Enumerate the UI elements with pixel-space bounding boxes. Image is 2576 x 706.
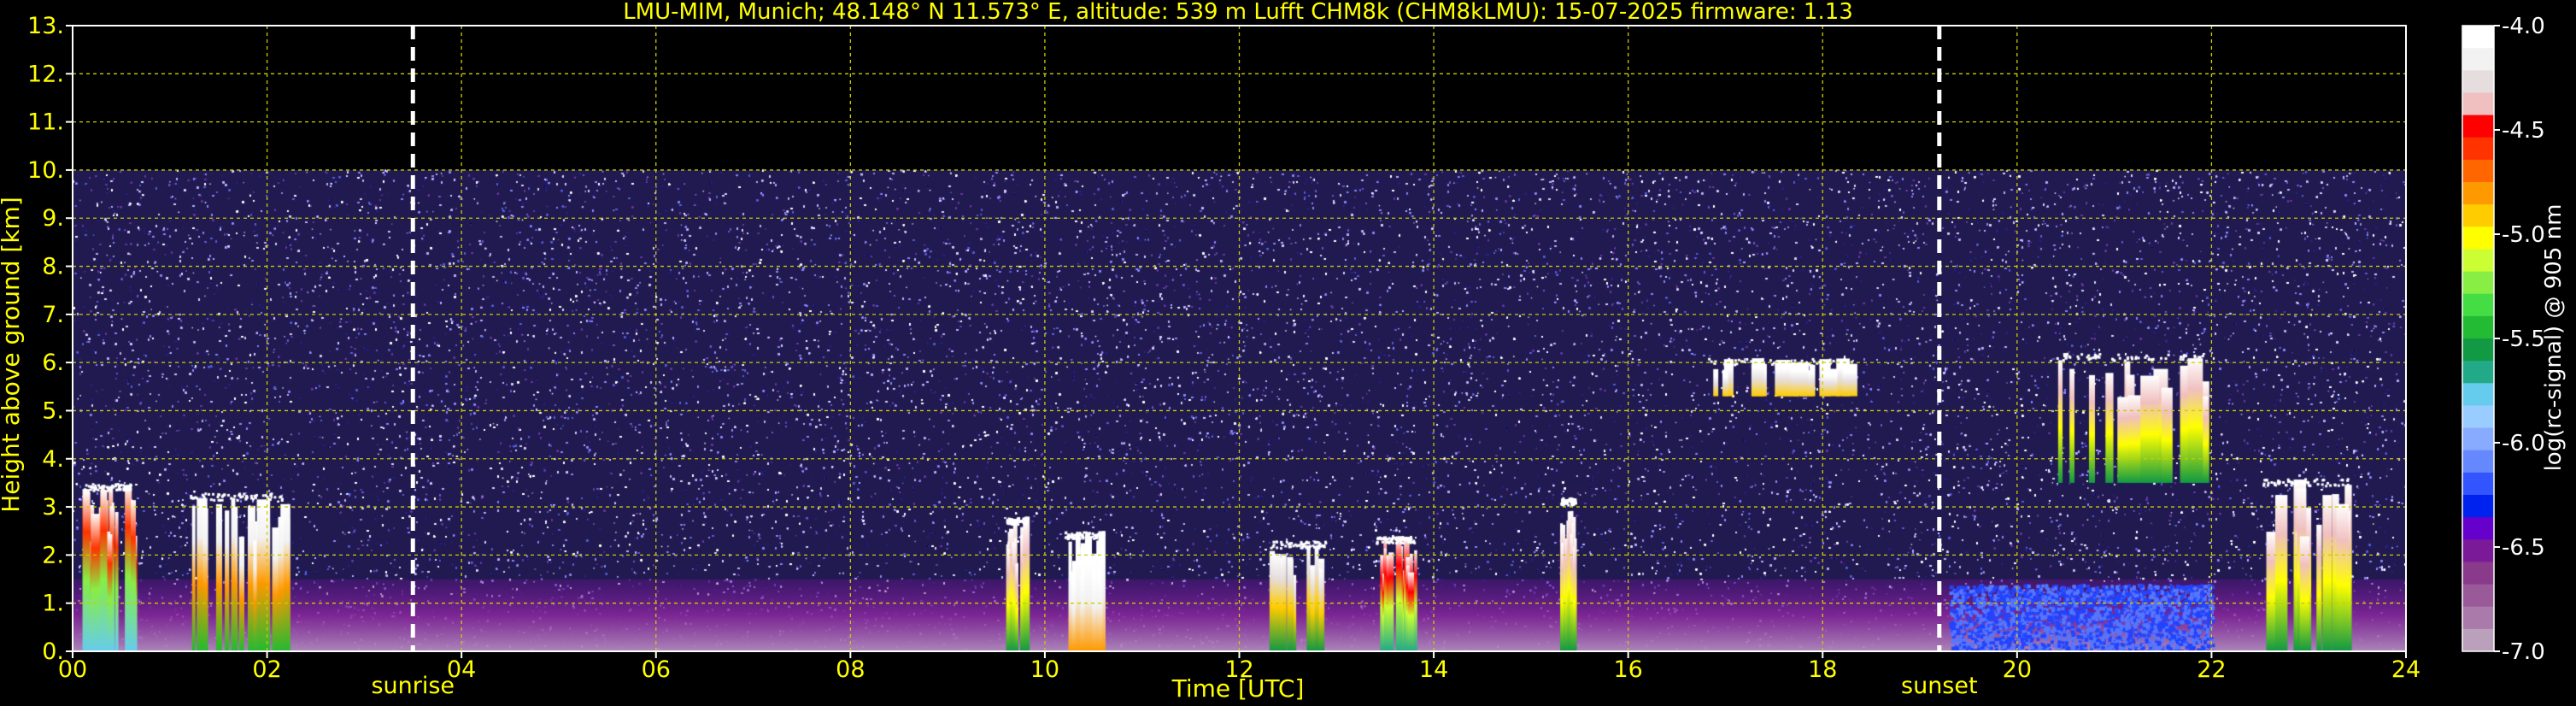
x-tick-label-9: 18 — [1808, 656, 1837, 683]
colorbar-segment-27 — [2462, 628, 2494, 652]
colorbar-segment-16 — [2462, 383, 2494, 406]
y-tick-label-11: 11. — [27, 109, 64, 136]
colorbar-segment-11 — [2462, 271, 2494, 295]
colorbar-tick-label-3: -5.5 — [2502, 327, 2545, 352]
heatmap-field — [73, 26, 2406, 651]
ceilometer-chart: LMU-MIM, Munich; 48.148° N 11.573° E, al… — [0, 0, 2576, 706]
y-axis-label: Height above ground [km] — [0, 197, 25, 513]
colorbar-segment-14 — [2462, 338, 2494, 362]
colorbar-segment-13 — [2462, 315, 2494, 339]
colorbar-segment-4 — [2462, 115, 2494, 138]
x-tick-label-11: 22 — [2197, 656, 2226, 683]
y-tick-label-2: 2. — [42, 542, 64, 568]
colorbar-segment-25 — [2462, 584, 2494, 608]
colorbar-segment-18 — [2462, 427, 2494, 451]
colorbar-segment-22 — [2462, 517, 2494, 540]
colorbar-segment-6 — [2462, 159, 2494, 183]
y-tick-label-10: 10. — [27, 157, 64, 184]
colorbar-segment-8 — [2462, 204, 2494, 227]
colorbar-segment-17 — [2462, 405, 2494, 429]
y-tick-label-5: 5. — [42, 397, 64, 424]
colorbar-segment-7 — [2462, 182, 2494, 205]
heatmap-canvas — [73, 26, 2406, 651]
colorbar-segment-12 — [2462, 293, 2494, 317]
chart-title: LMU-MIM, Munich; 48.148° N 11.573° E, al… — [623, 0, 1853, 25]
colorbar-segment-5 — [2462, 137, 2494, 161]
colorbar-segment-1 — [2462, 48, 2494, 71]
y-tick-label-8: 8. — [42, 254, 64, 280]
y-tick-label-6: 6. — [42, 350, 64, 376]
colorbar-segment-3 — [2462, 92, 2494, 116]
colorbar-segment-15 — [2462, 361, 2494, 384]
y-tick-label-1: 1. — [42, 591, 64, 617]
colorbar-segment-23 — [2462, 539, 2494, 562]
colorbar-tick-label-0: -4.0 — [2502, 14, 2545, 39]
colorbar-label: log(rc-signal) @ 905 nm — [2541, 204, 2567, 472]
colorbar-segment-24 — [2462, 562, 2494, 585]
colorbar-segment-10 — [2462, 249, 2494, 273]
colorbar-segment-20 — [2462, 472, 2494, 496]
marker-label-sunrise: sunrise — [371, 673, 455, 699]
x-tick-label-12: 24 — [2391, 656, 2421, 683]
x-axis-label: Time [UTC] — [1171, 674, 1305, 703]
x-tick-label-2: 04 — [447, 656, 476, 683]
y-tick-label-7: 7. — [42, 302, 64, 328]
colorbar-segment-9 — [2462, 227, 2494, 250]
x-tick-label-7: 14 — [1419, 656, 1448, 683]
y-tick-label-3: 3. — [42, 494, 64, 521]
x-tick-label-3: 06 — [642, 656, 671, 683]
y-tick-label-13: 13. — [27, 13, 64, 39]
y-tick-label-0: 0. — [42, 638, 64, 665]
x-tick-label-4: 08 — [836, 656, 865, 683]
x-tick-label-8: 16 — [1613, 656, 1642, 683]
colorbar-segment-26 — [2462, 606, 2494, 630]
x-tick-label-1: 02 — [252, 656, 281, 683]
colorbar-tick-label-4: -6.0 — [2502, 431, 2545, 456]
colorbar-segment-21 — [2462, 495, 2494, 518]
y-tick-label-4: 4. — [42, 446, 64, 473]
colorbar-segment-0 — [2462, 26, 2494, 49]
y-tick-label-12: 12. — [27, 61, 64, 87]
y-tick-label-9: 9. — [42, 205, 64, 232]
colorbar-tick-label-1: -4.5 — [2502, 118, 2545, 144]
colorbar-tick-label-5: -6.5 — [2502, 535, 2545, 561]
x-tick-label-5: 10 — [1030, 656, 1059, 683]
colorbar-tick-label-6: -7.0 — [2502, 639, 2545, 665]
colorbar-tick-label-2: -5.0 — [2502, 222, 2545, 248]
x-tick-label-10: 20 — [2003, 656, 2032, 683]
marker-label-sunset: sunset — [1901, 673, 1978, 699]
colorbar-segment-2 — [2462, 70, 2494, 93]
colorbar-segment-19 — [2462, 450, 2494, 474]
